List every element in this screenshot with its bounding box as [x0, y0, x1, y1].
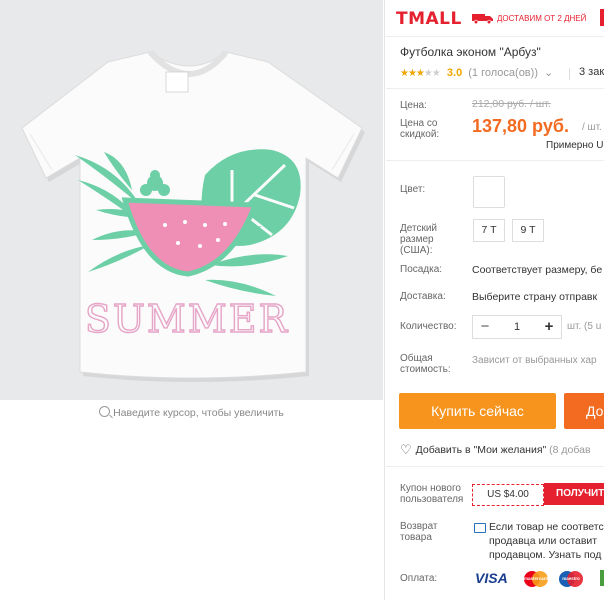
magnifier-icon	[99, 406, 111, 417]
zoom-hint-text: Наведите курсор, чтобы увеличить	[113, 407, 284, 419]
discount-price-label: Цена со скидкой:	[400, 118, 440, 140]
return-shield-icon	[474, 523, 486, 533]
add-to-cart-button[interactable]: До	[564, 393, 604, 429]
total-value: Зависит от выбранных хар	[472, 355, 597, 366]
price-discounted: 137,80 руб.	[472, 116, 569, 136]
quantity-stepper: − 1 +	[472, 315, 562, 339]
orders-count: 3 зак	[579, 66, 604, 78]
visa-logo: VISA	[475, 570, 508, 586]
coupon-value: US $4.00	[472, 484, 544, 506]
zoom-hint: Наведите курсор, чтобы увеличить	[0, 404, 383, 422]
quantity-input[interactable]: 1	[497, 316, 537, 338]
coupon-label: Купон нового пользователя	[400, 483, 464, 505]
wishlist-count: (8 добав	[549, 444, 591, 456]
tmall-logo[interactable]: TMALL	[396, 9, 462, 29]
divider	[386, 160, 604, 161]
rating-score: 3.0	[446, 67, 463, 79]
rating-stars-icon: ★★★★★	[400, 68, 441, 79]
quantity-available: шт. (5 u	[567, 321, 602, 332]
returns-line[interactable]: продавцом. Узнать под	[489, 548, 604, 562]
returns-label: Возврат товара	[400, 521, 438, 543]
delivery-text: ДОСТАВИМ ОТ 2 ДНЕЙ	[497, 14, 587, 23]
size-option-9t[interactable]: 9 T	[512, 219, 544, 242]
size-option-7t[interactable]: 7 T	[473, 219, 505, 242]
mastercard-logo: mastercard	[524, 571, 548, 587]
wishlist-label: Добавить в "Мои желания"	[415, 444, 547, 456]
quantity-label: Количество:	[400, 321, 457, 332]
divider	[386, 88, 604, 89]
returns-line: Если товар не соответс	[489, 521, 604, 533]
price-unit: / шт.	[582, 122, 602, 133]
heart-icon: ♡	[400, 442, 412, 457]
shipping-country-select[interactable]: Выберите страну отправк	[472, 291, 597, 303]
quantity-minus-button[interactable]: −	[473, 316, 497, 338]
approx-price: Примерно U	[546, 140, 604, 151]
divider	[386, 466, 604, 467]
fit-value: Соответствует размеру, бе	[472, 264, 603, 276]
size-label: Детский размер (США):	[400, 223, 438, 256]
panel-divider	[384, 0, 385, 600]
maestro-logo: maestro	[559, 571, 583, 587]
payment-label: Оплата:	[400, 573, 438, 584]
shipping-label: Доставка:	[400, 291, 446, 302]
product-title: Футболка эконом "Арбуз"	[400, 45, 541, 59]
chevron-down-icon: ⌄	[544, 67, 554, 79]
returns-info: Если товар не соответс продавца или оста…	[489, 520, 604, 562]
total-label: Общая стоимость:	[400, 353, 451, 375]
fit-label: Посадка:	[400, 264, 443, 275]
delivery-truck-icon	[472, 14, 493, 24]
returns-line: продавца или оставит	[489, 535, 598, 547]
mir-logo: M	[600, 570, 604, 586]
tmall-bar: TMALL ДОСТАВИМ ОТ 2 ДНЕЙ	[386, 0, 604, 37]
color-swatch-white[interactable]	[473, 176, 505, 208]
rating[interactable]: ★★★★★ 3.0 (1 голоса(ов)) ⌄	[400, 66, 553, 79]
rating-separator	[569, 68, 570, 80]
color-label: Цвет:	[400, 184, 426, 195]
quantity-plus-button[interactable]: +	[537, 316, 561, 338]
product-image[interactable]: SUMMER	[0, 0, 383, 400]
buy-now-button[interactable]: Купить сейчас	[399, 393, 556, 429]
get-coupon-button[interactable]: ПОЛУЧИТ	[544, 483, 604, 505]
price-old: 212,00 руб. / шт.	[472, 98, 551, 110]
print-text: SUMMER	[85, 297, 289, 341]
product-info-panel: TMALL ДОСТАВИМ ОТ 2 ДНЕЙ Футболка эконом…	[386, 0, 604, 600]
price-label: Цена:	[400, 100, 427, 111]
tshirt-illustration: SUMMER	[0, 0, 383, 400]
wishlist-link[interactable]: ♡ Добавить в "Мои желания" (8 добав	[400, 442, 591, 458]
tmall-badge-edge	[600, 9, 604, 26]
rating-count: (1 голоса(ов))	[468, 67, 538, 79]
